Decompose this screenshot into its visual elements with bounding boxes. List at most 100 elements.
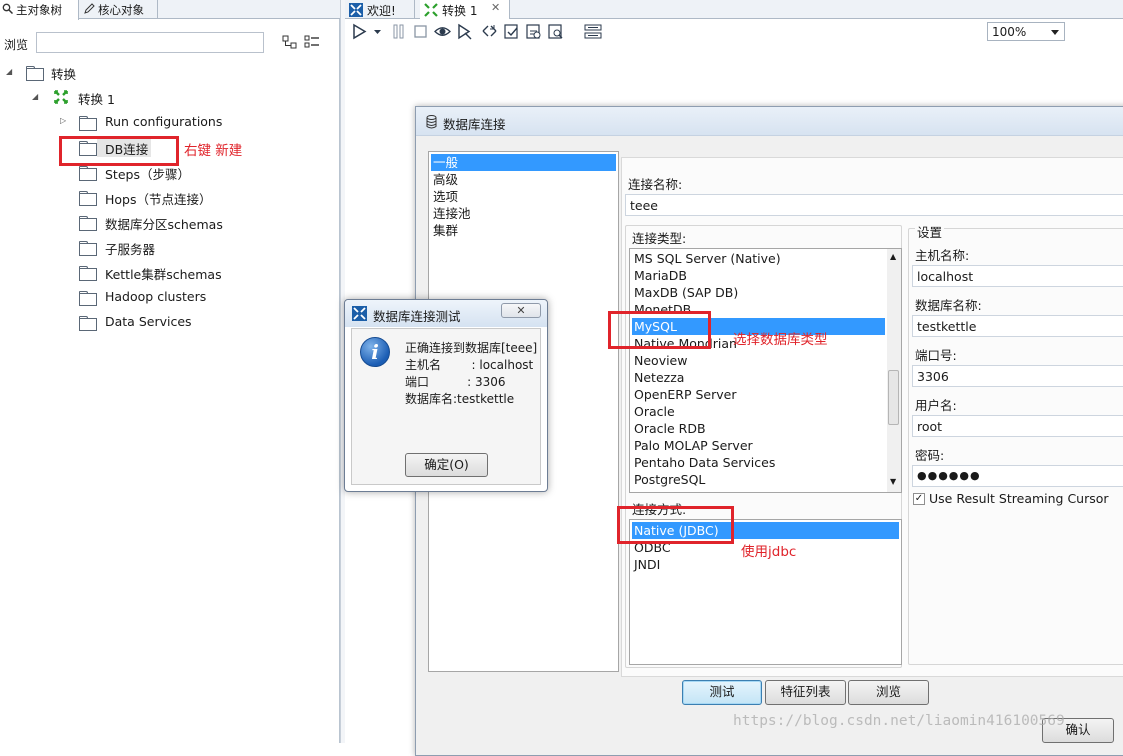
tree-node-label: 数据库分区schemas xyxy=(105,217,223,232)
collapsed-arrow-icon: ▷ xyxy=(60,116,67,125)
scrollbar-thumb[interactable] xyxy=(888,370,899,425)
pencil-icon xyxy=(84,3,95,14)
browse-label: 浏览 xyxy=(4,38,29,52)
zoom-select[interactable]: 100% xyxy=(987,22,1065,41)
list-item[interactable]: MaxDB (SAP DB) xyxy=(632,284,738,301)
tree-node-transform-1[interactable]: ◢ 转换 1 xyxy=(0,86,300,108)
annotation-box-jdbc xyxy=(617,506,734,544)
tree-node-hadoop-clusters[interactable]: Hadoop clusters xyxy=(0,286,300,308)
sql-icon[interactable] xyxy=(547,23,564,40)
test-button[interactable]: 测试 xyxy=(682,680,762,705)
list-item[interactable]: OpenERP Server xyxy=(632,386,736,403)
tab-transform-1[interactable]: 转换 1 ✕ xyxy=(420,0,510,19)
search-tree-icon xyxy=(2,3,13,14)
database-name-input[interactable]: testkettle xyxy=(912,315,1123,337)
list-item[interactable]: MS SQL Server (Native) xyxy=(632,250,781,267)
category-pooling[interactable]: 连接池 xyxy=(431,205,471,222)
left-panel: 主对象树 核心对象 浏览 ◢ 转换 ◢ 转换 1 ▷ Run configura… xyxy=(0,0,340,743)
list-item[interactable]: Neoview xyxy=(632,352,687,369)
message-line: 端口 : 3306 xyxy=(405,375,506,389)
list-item[interactable]: Palo MOLAP Server xyxy=(632,437,753,454)
dialog-title: 数据库连接 xyxy=(443,117,506,132)
close-button[interactable]: ✕ xyxy=(501,303,541,318)
annotation-select-db-type: 选择数据库类型 xyxy=(733,332,828,348)
connection-name-label: 连接名称: xyxy=(628,177,683,192)
list-item[interactable]: Oracle RDB xyxy=(632,420,706,437)
folder-icon xyxy=(79,191,97,206)
streaming-cursor-checkbox[interactable]: ✓ xyxy=(913,493,925,505)
tree-node-label: Hadoop clusters xyxy=(105,289,207,304)
scroll-up-icon[interactable]: ▲ xyxy=(890,252,896,261)
tab-core-objects[interactable]: 核心对象 xyxy=(82,0,158,19)
tree-node-cluster-schemas[interactable]: Kettle集群schemas xyxy=(0,261,300,283)
tab-welcome[interactable]: 欢迎! xyxy=(345,0,415,19)
tree-node-hops[interactable]: Hops（节点连接） xyxy=(0,186,300,208)
tree-node-label: Kettle集群schemas xyxy=(105,267,222,282)
dialog-titlebar: 数据库连接 xyxy=(416,107,1123,136)
folder-icon xyxy=(79,166,97,181)
verify-icon[interactable] xyxy=(503,23,520,40)
run-icon[interactable] xyxy=(351,23,368,40)
tree-node-data-services[interactable]: Data Services xyxy=(0,311,300,333)
tree-node-partition-schemas[interactable]: 数据库分区schemas xyxy=(0,211,300,233)
message-line: 数据库名:testkettle xyxy=(405,392,515,406)
explore-button[interactable]: 浏览 xyxy=(848,680,929,705)
message-line: 正确连接到数据库[teee] xyxy=(405,341,538,355)
impact-icon[interactable] xyxy=(525,23,542,40)
annotation-use-jdbc: 使用jdbc xyxy=(741,544,797,560)
scroll-down-icon[interactable]: ▼ xyxy=(890,477,896,486)
replay-icon[interactable] xyxy=(481,23,498,40)
list-item[interactable]: Pentaho Data Services xyxy=(632,454,775,471)
folder-icon xyxy=(26,66,44,81)
browse-search-input[interactable] xyxy=(36,32,264,53)
tree-node-transform-root[interactable]: ◢ 转换 xyxy=(0,61,300,83)
port-input[interactable]: 3306 xyxy=(912,365,1123,387)
category-general[interactable]: 一般 xyxy=(431,154,616,171)
tab-main-object-tree[interactable]: 主对象树 xyxy=(0,0,79,20)
dialog-body: i 正确连接到数据库[teee] 主机名 : localhost 端口 : 33… xyxy=(351,328,541,485)
password-input[interactable]: ●●●●●● xyxy=(912,465,1123,487)
connection-name-input[interactable]: teee xyxy=(625,194,1123,216)
pause-icon[interactable] xyxy=(390,23,407,40)
password-label: 密码: xyxy=(915,448,945,463)
folder-icon xyxy=(79,116,97,131)
main-toolbar: 100% xyxy=(345,19,1123,45)
list-item[interactable]: JNDI xyxy=(632,556,660,573)
folder-icon xyxy=(79,216,97,231)
collapse-all-icon[interactable] xyxy=(304,34,320,50)
annotation-right-click-new: 右键 新建 xyxy=(184,143,243,159)
tree-node-label: Data Services xyxy=(105,314,192,329)
folder-icon xyxy=(79,316,97,331)
list-item[interactable]: Oracle xyxy=(632,403,675,420)
tab-close-icon[interactable]: ✕ xyxy=(491,1,500,14)
confirm-button[interactable]: 确定(O) xyxy=(405,453,488,477)
layout-icon[interactable] xyxy=(583,23,603,40)
folder-icon xyxy=(79,266,97,281)
list-item[interactable]: PostgreSQL xyxy=(632,471,705,488)
list-item[interactable]: Netezza xyxy=(632,369,684,386)
list-item[interactable]: MariaDB xyxy=(632,267,687,284)
category-options[interactable]: 选项 xyxy=(431,188,458,205)
preview-eye-icon[interactable] xyxy=(434,23,451,40)
run-options-dropdown-icon[interactable] xyxy=(373,23,382,40)
category-cluster[interactable]: 集群 xyxy=(431,222,458,239)
main-tab-bar: 欢迎! 转换 1 ✕ xyxy=(345,0,1123,19)
tab-label: 核心对象 xyxy=(98,3,144,17)
connection-type-label: 连接类型: xyxy=(632,231,687,246)
expand-all-icon[interactable] xyxy=(282,34,298,50)
username-input[interactable]: root xyxy=(912,415,1123,437)
connection-test-dialog: 数据库连接测试 ✕ i 正确连接到数据库[teee] 主机名 : localho… xyxy=(344,299,548,492)
feature-list-button[interactable]: 特征列表 xyxy=(765,680,846,705)
debug-icon[interactable] xyxy=(456,23,473,40)
tree-node-run-configurations[interactable]: ▷ Run configurations xyxy=(0,111,300,133)
category-advanced[interactable]: 高级 xyxy=(431,171,458,188)
tree-node-label: 转换 xyxy=(51,67,77,82)
connection-type-scrollbar[interactable]: ▲ ▼ xyxy=(887,249,901,492)
annotation-box-mysql xyxy=(608,311,711,349)
host-input[interactable]: localhost xyxy=(912,265,1123,287)
folder-icon xyxy=(79,241,97,256)
username-label: 用户名: xyxy=(915,398,957,413)
stop-icon[interactable] xyxy=(412,23,429,40)
expanded-arrow-icon: ◢ xyxy=(6,67,13,76)
tree-node-slave-servers[interactable]: 子服务器 xyxy=(0,236,300,258)
